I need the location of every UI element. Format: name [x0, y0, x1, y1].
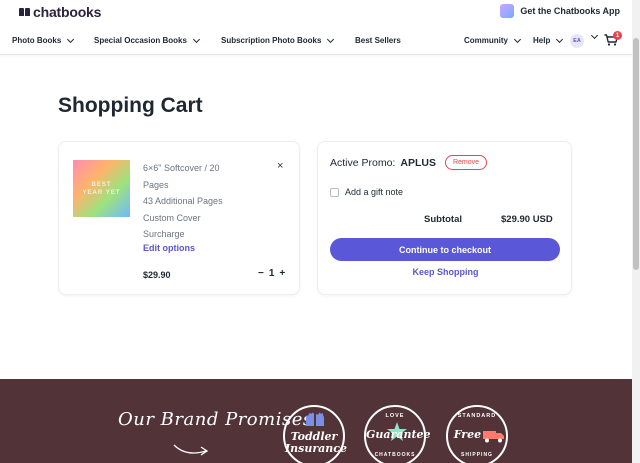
subtotal-value: $29.90 USD	[501, 214, 553, 225]
scrollbar-thumb[interactable]	[633, 38, 639, 270]
page-scrollbar[interactable]	[632, 0, 640, 463]
order-summary-card: Active Promo: APLUS Remove Add a gift no…	[317, 141, 572, 295]
top-bar: chatbooks Get the Chatbooks App	[0, 0, 632, 28]
promo-code: APLUS	[400, 156, 436, 169]
thumbnail-cover-text: BEST YEAR YET	[82, 181, 121, 196]
gift-note-checkbox[interactable]	[330, 187, 339, 197]
page-title: Shopping Cart	[58, 94, 203, 117]
badge-top-text: STANDARD	[457, 413, 497, 419]
item-description-line: Surcharge	[143, 229, 185, 239]
continue-to-checkout-button[interactable]: Continue to checkout	[330, 238, 560, 261]
remove-item-icon[interactable]: ×	[277, 161, 283, 172]
love-guarantee-badge: LOVE Guarantee CHATBOOKS	[364, 405, 431, 463]
nav-help[interactable]: Help	[533, 35, 564, 45]
item-description-line: Custom Cover	[143, 212, 201, 223]
gift-note-label[interactable]: Add a gift note	[345, 187, 403, 197]
chevron-down-icon	[67, 35, 75, 43]
badge-bottom-text: SHIPPING	[461, 452, 493, 458]
nav-community[interactable]: Community	[464, 35, 522, 45]
chatbooks-logo[interactable]: chatbooks	[19, 4, 101, 20]
promo-label: Active Promo:	[330, 156, 396, 169]
truck-icon	[483, 431, 504, 443]
free-shipping-badge: STANDARD Free SHIPPING	[446, 405, 508, 463]
hands-icon	[306, 412, 324, 426]
get-app-label: Get the Chatbooks App	[520, 6, 620, 16]
increment-button[interactable]: +	[279, 268, 285, 280]
books-logo-icon	[19, 8, 30, 16]
nav-best-sellers[interactable]: Best Sellers	[355, 36, 401, 45]
edit-options-link[interactable]: Edit options	[143, 243, 195, 253]
item-description-line: Pages	[143, 179, 169, 190]
nav-help-label: Help	[533, 36, 551, 45]
badge-main-text: Toddler Insurance	[285, 430, 347, 455]
product-thumbnail[interactable]: BEST YEAR YET	[73, 160, 130, 217]
keep-shopping-link[interactable]: Keep Shopping	[318, 267, 573, 277]
badge-main-text: Free	[453, 428, 482, 441]
item-price: $29.90	[143, 270, 171, 280]
item-description-line: 6×6" Softcover / 20	[143, 163, 220, 173]
nav-subscription-label: Subscription Photo Books	[221, 36, 322, 45]
logo-text: chatbooks	[33, 4, 102, 20]
main-nav: Photo Books Special Occasion Books Subsc…	[0, 28, 632, 55]
chevron-down-icon	[513, 35, 522, 43]
account-dropdown[interactable]	[589, 31, 599, 40]
curved-arrow-icon	[173, 444, 209, 456]
chevron-down-icon	[556, 35, 564, 43]
item-description-line: 43 Additional Pages	[143, 196, 223, 206]
cart-item-card: BEST YEAR YET 6×6" Softcover / 20 Pages …	[58, 141, 300, 295]
user-avatar[interactable]: EA	[570, 34, 584, 48]
chevron-down-icon	[192, 35, 200, 43]
badge-top-text: LOVE	[385, 413, 405, 419]
subtotal-label: Subtotal	[424, 214, 462, 225]
brand-promises-footer: Our Brand Promises Toddler Insurance LOV…	[0, 379, 632, 463]
nav-best-sellers-label: Best Sellers	[355, 36, 401, 45]
active-promo-row: Active Promo: APLUS Remove	[330, 155, 488, 170]
gift-note-row[interactable]: Add a gift note	[330, 187, 403, 197]
quantity-value: 1	[268, 268, 275, 279]
nav-subscription-photo-books[interactable]: Subscription Photo Books	[221, 35, 335, 45]
quantity-stepper: − 1 +	[258, 268, 285, 280]
nav-special-occasion-books[interactable]: Special Occasion Books	[94, 35, 200, 45]
cart-count-badge: 1	[613, 31, 622, 40]
nav-special-occasion-label: Special Occasion Books	[94, 36, 187, 45]
app-icon	[500, 4, 515, 18]
nav-photo-books-label: Photo Books	[12, 36, 62, 45]
nav-photo-books[interactable]: Photo Books	[12, 35, 75, 45]
decrement-button[interactable]: −	[258, 268, 264, 280]
remove-promo-button[interactable]: Remove	[444, 155, 488, 170]
badge-main-text: Guarantee	[366, 428, 431, 441]
toddler-insurance-badge: Toddler Insurance	[283, 405, 347, 463]
chevron-down-icon	[327, 35, 335, 43]
badge-bottom-text: CHATBOOKS	[374, 452, 416, 458]
chevron-down-icon	[590, 31, 599, 40]
nav-community-label: Community	[464, 36, 508, 45]
item-description: 6×6" Softcover / 20 Pages 43 Additional …	[143, 160, 253, 243]
get-app-link[interactable]: Get the Chatbooks App	[500, 4, 620, 18]
